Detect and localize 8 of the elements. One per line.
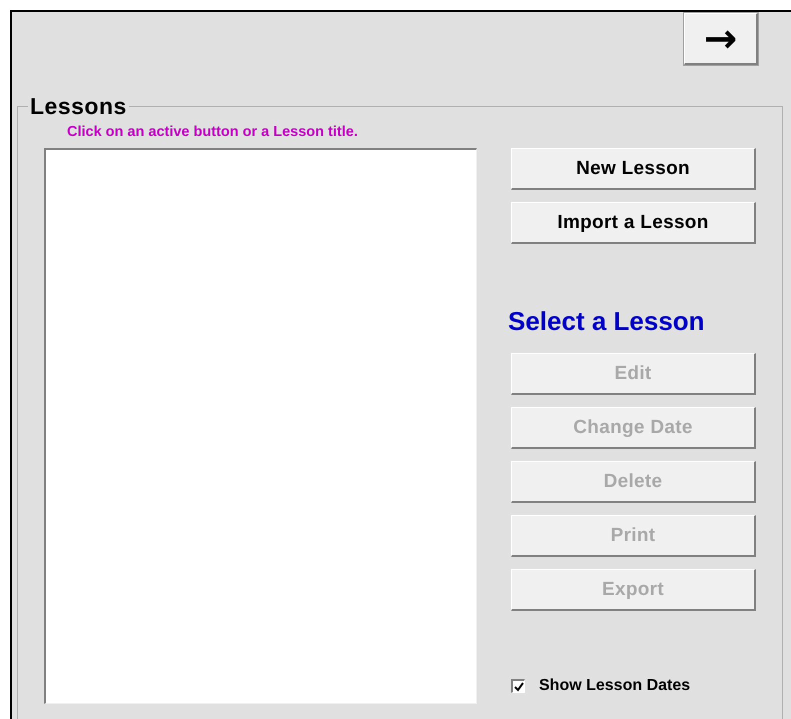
select-heading: Select a Lesson: [508, 306, 706, 337]
import-lesson-button[interactable]: Import a Lesson: [511, 202, 756, 244]
hint-text: Click on an active button or a Lesson title.: [67, 124, 359, 140]
checkbox-icon[interactable]: [511, 679, 525, 693]
next-button[interactable]: →: [684, 13, 758, 65]
group-title: Lessons: [29, 93, 128, 120]
new-lesson-button[interactable]: New Lesson: [511, 148, 756, 190]
checkbox-label[interactable]: Show Lesson Dates: [539, 677, 690, 695]
